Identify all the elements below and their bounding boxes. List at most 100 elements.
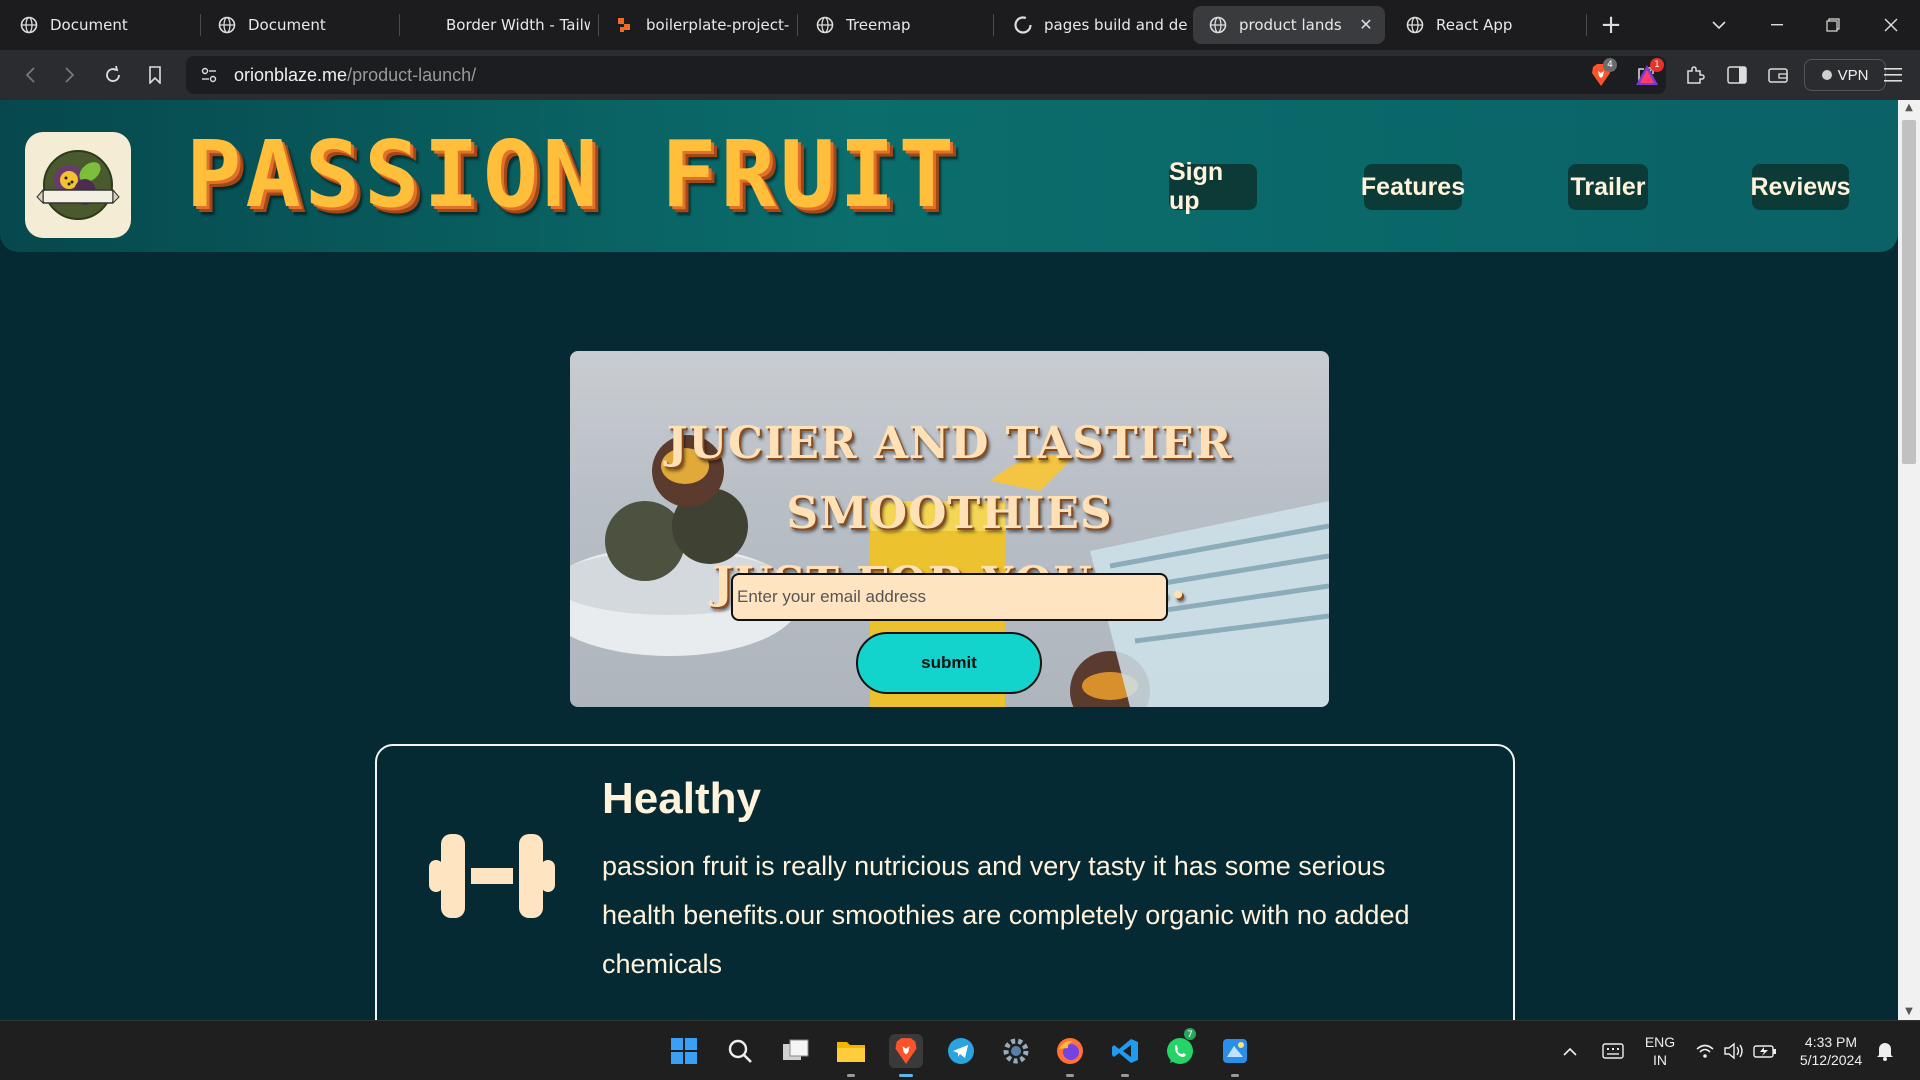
- battery-charging-icon[interactable]: [1752, 1021, 1778, 1080]
- show-hidden-icons-chevron-icon[interactable]: [1560, 1021, 1580, 1080]
- dumbbell-icon: [429, 834, 555, 918]
- tab-label: product lands: [1239, 16, 1342, 34]
- wifi-icon[interactable]: [1694, 1021, 1716, 1080]
- whatsapp-icon[interactable]: 7: [1163, 1027, 1197, 1068]
- notification-bell-icon[interactable]: [1874, 1021, 1896, 1080]
- globe-icon: [20, 16, 38, 34]
- site-settings-icon[interactable]: [200, 66, 218, 88]
- brave-browser-icon[interactable]: [889, 1034, 923, 1077]
- telegram-icon[interactable]: [944, 1034, 978, 1068]
- address-bar[interactable]: orionblaze.me/product-launch/: [186, 56, 1666, 94]
- scrollbar-thumb[interactable]: [1902, 120, 1916, 464]
- task-view-icon[interactable]: [779, 1034, 813, 1068]
- running-indicator: [899, 1074, 913, 1077]
- browser-toolbar: orionblaze.me/product-launch/ 4 1 VPN: [0, 50, 1920, 100]
- url-text: orionblaze.me/product-launch/: [234, 65, 476, 86]
- start-windows-icon[interactable]: [667, 1034, 701, 1068]
- bookmark-icon[interactable]: [141, 61, 169, 89]
- new-tab-plus-icon[interactable]: +: [1596, 10, 1626, 40]
- tab-divider: [797, 14, 798, 36]
- tab-label: Document: [50, 16, 128, 34]
- site-header: PASSION FRUIT Sign up Features Trailer R…: [0, 100, 1898, 252]
- page-scrollbar[interactable]: ▲ ▼: [1898, 100, 1920, 1020]
- search-icon[interactable]: [723, 1034, 757, 1068]
- nav-reviews[interactable]: Reviews: [1750, 164, 1851, 210]
- rewards-count-badge: 1: [1650, 58, 1664, 72]
- running-indicator: [1066, 1074, 1074, 1077]
- brave-rewards-icon[interactable]: 1: [1634, 58, 1664, 88]
- extensions-puzzle-icon[interactable]: [1682, 62, 1708, 88]
- vscode-icon[interactable]: [1108, 1034, 1142, 1077]
- feature-title: Healthy: [602, 774, 761, 823]
- language-indicator[interactable]: ENG IN: [1642, 1021, 1678, 1080]
- clock-time: 4:33 PM: [1804, 1034, 1858, 1050]
- brand-title: PASSION FRUIT: [186, 121, 959, 228]
- tab-divider: [993, 14, 994, 36]
- submit-button[interactable]: submit: [856, 632, 1042, 694]
- reload-icon[interactable]: [99, 61, 127, 89]
- tab-divider: [598, 14, 599, 36]
- tab-label: pages build and depl: [1044, 16, 1188, 34]
- keyboard-icon[interactable]: [1600, 1021, 1626, 1080]
- url-path: /product-launch/: [347, 65, 477, 85]
- file-explorer-icon[interactable]: [834, 1034, 868, 1077]
- tab-search-chevron-icon[interactable]: [1704, 10, 1734, 40]
- volume-icon[interactable]: [1722, 1021, 1746, 1080]
- tab-label: Treemap: [846, 16, 911, 34]
- forward-arrow-icon[interactable]: [56, 61, 84, 89]
- brave-shields-icon[interactable]: 4: [1588, 58, 1617, 88]
- scroll-down-arrow-icon[interactable]: ▼: [1903, 1006, 1915, 1018]
- tab-label: boilerplate-project-u: [646, 16, 790, 34]
- tailwind-icon: [416, 16, 434, 34]
- feature-card-healthy: Healthy passion fruit is really nutricio…: [375, 744, 1515, 1020]
- shields-count-badge: 4: [1603, 58, 1617, 72]
- tab-tailwind[interactable]: Border Width - Tailwi: [400, 6, 590, 44]
- back-arrow-icon[interactable]: [16, 61, 44, 89]
- close-window-icon[interactable]: [1876, 10, 1906, 40]
- menu-hamburger-icon[interactable]: [1880, 62, 1906, 88]
- hero-signup-card: JUCIER AND TASTIER SMOOTHIES JUST FOR YO…: [570, 351, 1329, 707]
- vpn-button[interactable]: VPN: [1804, 59, 1886, 91]
- tab-divider: [200, 14, 201, 36]
- globe-icon: [218, 16, 236, 34]
- email-field[interactable]: [731, 573, 1168, 621]
- tab-treemap[interactable]: Treemap: [800, 6, 990, 44]
- project-icon: [616, 16, 634, 34]
- clock-date: 5/12/2024: [1799, 1052, 1863, 1068]
- browser-tab-strip: Document Document Border Width - Tailwi …: [0, 0, 1920, 50]
- page-viewport: PASSION FRUIT Sign up Features Trailer R…: [0, 100, 1898, 1020]
- restore-icon[interactable]: [1818, 10, 1848, 40]
- settings-gear-icon[interactable]: [999, 1034, 1033, 1068]
- globe-icon: [816, 16, 834, 34]
- nav-sign-up[interactable]: Sign up: [1169, 158, 1257, 215]
- clock[interactable]: 4:33 PM 5/12/2024: [1792, 1021, 1870, 1080]
- tab-boilerplate[interactable]: boilerplate-project-u: [600, 6, 790, 44]
- tab-document-2[interactable]: Document: [202, 6, 398, 44]
- running-indicator: [1231, 1074, 1239, 1077]
- sidebar-toggle-icon[interactable]: [1724, 62, 1750, 88]
- scroll-up-arrow-icon[interactable]: ▲: [1903, 102, 1915, 114]
- passion-fruit-logo[interactable]: [25, 132, 131, 238]
- globe-icon: [1209, 16, 1227, 34]
- tab-pages-build[interactable]: pages build and depl: [998, 6, 1188, 44]
- hero-title-line-1: JUCIER AND TASTIER SMOOTHIES: [666, 418, 1233, 539]
- store-app-icon[interactable]: [1218, 1034, 1252, 1077]
- whatsapp-unread-badge: 7: [1183, 1027, 1197, 1041]
- tab-divider: [1586, 14, 1587, 36]
- nav-features[interactable]: Features: [1361, 164, 1465, 210]
- running-indicator: [847, 1074, 855, 1077]
- close-tab-icon[interactable]: ✕: [1357, 16, 1375, 34]
- firefox-icon[interactable]: [1053, 1034, 1087, 1077]
- github-icon: [1014, 16, 1032, 34]
- tab-label: React App: [1436, 16, 1513, 34]
- windows-taskbar: 7 ENG IN 4:33 PM 5/12/2024: [0, 1020, 1920, 1080]
- wallet-icon[interactable]: [1765, 62, 1791, 88]
- running-indicator: [1121, 1074, 1129, 1077]
- nav-trailer[interactable]: Trailer: [1568, 164, 1648, 210]
- tab-product-lands[interactable]: product lands ✕: [1193, 6, 1385, 44]
- minimize-icon[interactable]: [1762, 10, 1792, 40]
- tab-document-1[interactable]: Document: [4, 6, 194, 44]
- tab-react-app[interactable]: React App: [1390, 6, 1580, 44]
- vpn-status-icon: [1821, 70, 1832, 80]
- tab-label: Border Width - Tailwi: [446, 16, 590, 34]
